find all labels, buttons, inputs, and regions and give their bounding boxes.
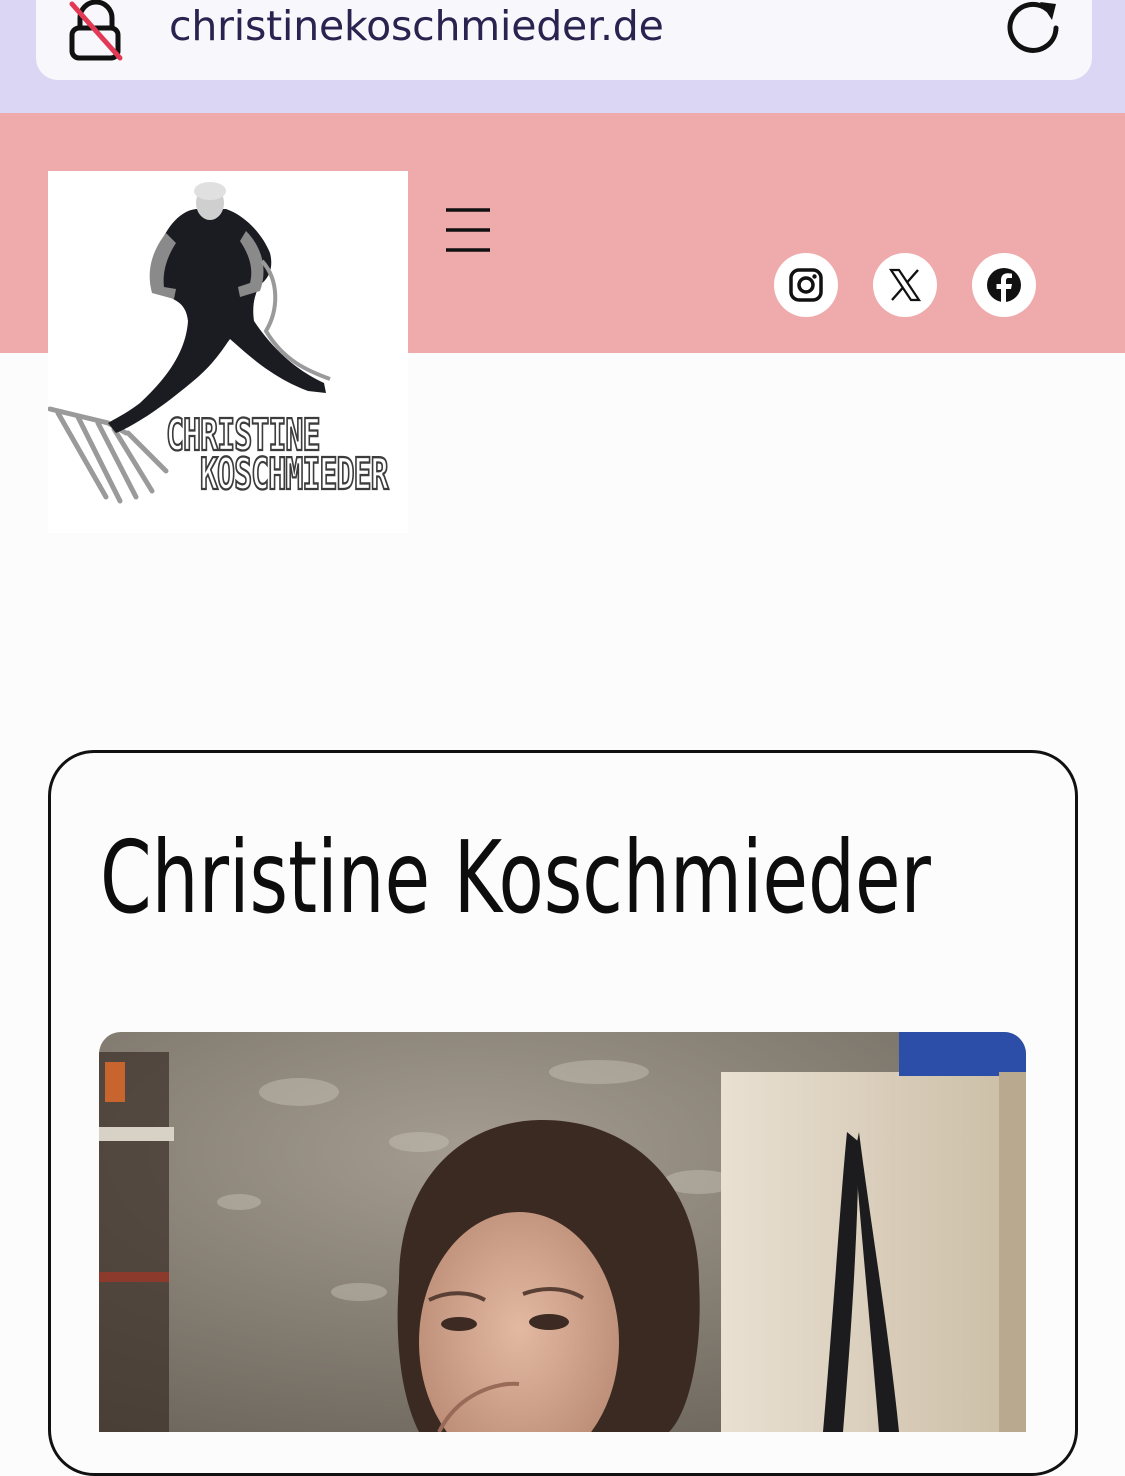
address-bar[interactable]: christinekoschmieder.de <box>36 0 1092 80</box>
x-link[interactable] <box>873 253 937 317</box>
instagram-link[interactable] <box>774 253 838 317</box>
logo-text-line2: KOSCHMIEDER <box>199 449 389 502</box>
hamburger-menu-icon[interactable] <box>446 206 490 254</box>
browser-bar: christinekoschmieder.de <box>0 0 1125 113</box>
reload-icon[interactable] <box>1004 0 1066 60</box>
facebook-icon <box>987 268 1021 303</box>
lock-off-icon <box>66 0 126 62</box>
instagram-icon <box>789 268 823 302</box>
url-text[interactable]: christinekoschmieder.de <box>169 2 664 50</box>
page-title: Christine Koschmieder <box>100 820 931 937</box>
site-logo[interactable]: CHRISTINE KOSCHMIEDER <box>47 171 408 533</box>
hero-photo <box>99 1032 1026 1432</box>
x-icon <box>888 268 922 302</box>
facebook-link[interactable] <box>972 253 1036 317</box>
